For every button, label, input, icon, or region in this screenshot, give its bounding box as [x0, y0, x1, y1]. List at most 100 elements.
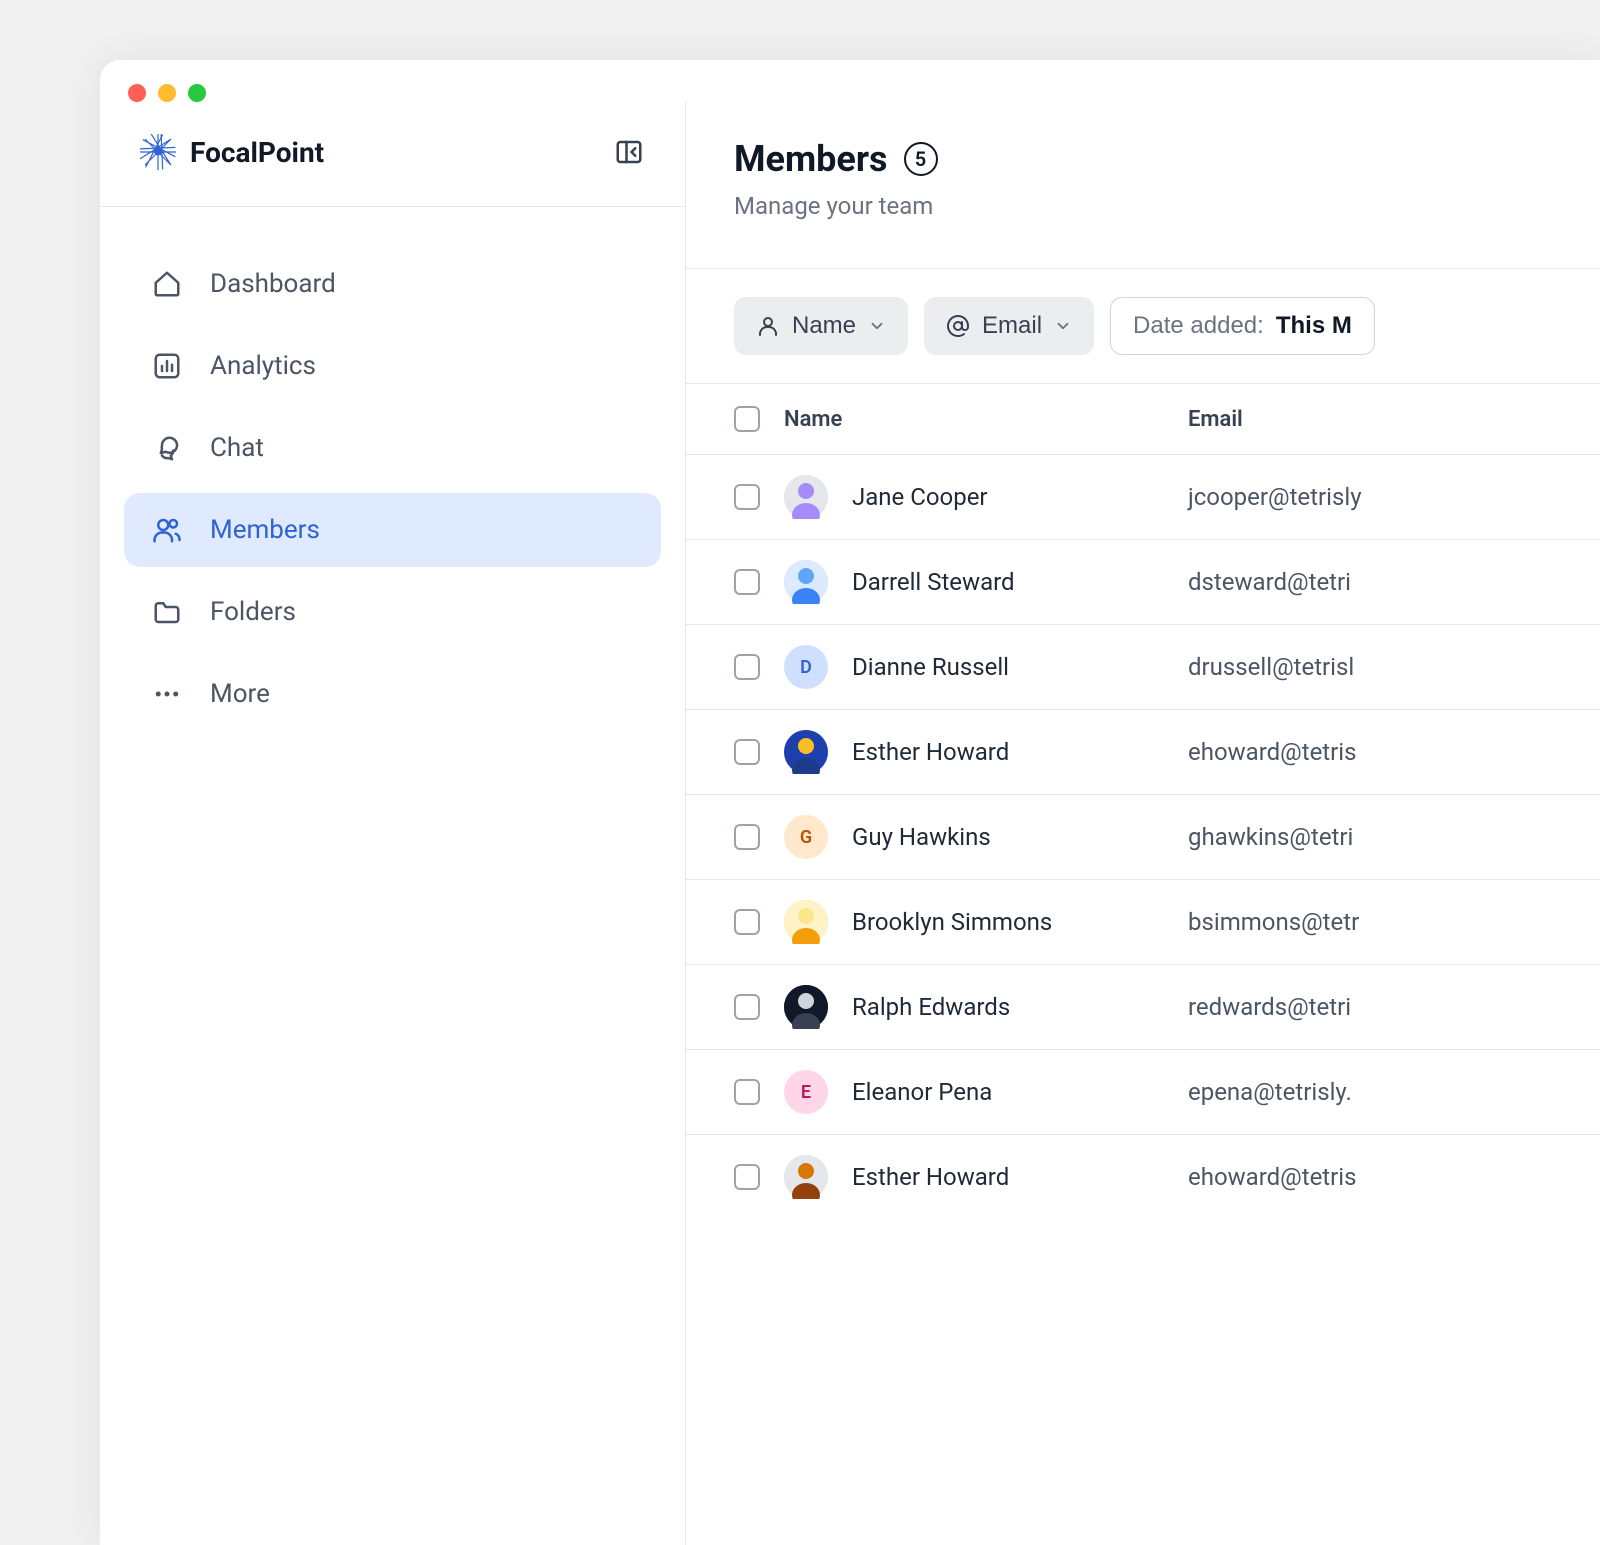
- member-email: dsteward@tetri: [1188, 568, 1552, 596]
- members-table: Name Email Jane Cooper jcooper@tetrisly Da…: [686, 383, 1600, 1219]
- collapse-icon: [614, 137, 644, 167]
- table-row[interactable]: Ralph Edwards redwards@tetri: [686, 964, 1600, 1049]
- page-header: Members 5 Manage your team: [734, 138, 1600, 220]
- member-name: Esther Howard: [852, 1163, 1009, 1191]
- avatar: [784, 560, 828, 604]
- table-row[interactable]: E Eleanor Pena epena@tetrisly.: [686, 1049, 1600, 1134]
- member-name-cell: D Dianne Russell: [784, 645, 1164, 689]
- sidebar-item-label: Members: [210, 515, 320, 545]
- sidebar-item-members[interactable]: Members: [124, 493, 661, 567]
- member-email: jcooper@tetrisly: [1188, 483, 1552, 511]
- avatar: G: [784, 815, 828, 859]
- member-name-cell: Esther Howard: [784, 1155, 1164, 1199]
- row-checkbox[interactable]: [734, 994, 760, 1020]
- row-checkbox[interactable]: [734, 739, 760, 765]
- members-icon: [152, 515, 182, 545]
- member-email: ehoward@tetris: [1188, 1163, 1552, 1191]
- member-name-cell: Jane Cooper: [784, 475, 1164, 519]
- row-checkbox[interactable]: [734, 1164, 760, 1190]
- table-row[interactable]: DDianne Russelldrussell@tetrisl: [686, 624, 1600, 709]
- member-name: Guy Hawkins: [852, 823, 991, 851]
- member-count-badge: 5: [904, 142, 938, 176]
- member-email: epena@tetrisly.: [1188, 1078, 1552, 1106]
- member-email: redwards@tetri: [1188, 993, 1552, 1021]
- avatar: [784, 730, 828, 774]
- traffic-lights: [100, 60, 1600, 102]
- member-name-cell: G Guy Hawkins: [784, 815, 1164, 859]
- table-header: Name Email: [686, 383, 1600, 454]
- select-all-checkbox[interactable]: [734, 406, 760, 432]
- sidebar-nav: Dashboard Analytics Chat: [100, 207, 685, 779]
- row-checkbox[interactable]: [734, 824, 760, 850]
- sidebar-item-label: Folders: [210, 597, 296, 627]
- sidebar-item-chat[interactable]: Chat: [124, 411, 661, 485]
- row-checkbox[interactable]: [734, 484, 760, 510]
- member-email: bsimmons@tetr: [1188, 908, 1552, 936]
- table-row[interactable]: Jane Cooper jcooper@tetrisly: [686, 454, 1600, 539]
- analytics-icon: [152, 351, 182, 381]
- sidebar-item-label: Dashboard: [210, 269, 336, 299]
- member-name: Dianne Russell: [852, 653, 1009, 681]
- avatar: [784, 475, 828, 519]
- table-row[interactable]: Esther Howard ehoward@tetris: [686, 1134, 1600, 1219]
- column-header-email[interactable]: Email: [1188, 407, 1552, 432]
- at-icon: [946, 314, 970, 338]
- member-name-cell: Brooklyn Simmons: [784, 900, 1164, 944]
- member-name: Darrell Steward: [852, 568, 1015, 596]
- filter-bar: Name Email Date added: This M: [686, 268, 1600, 383]
- filter-name-label: Name: [792, 312, 856, 340]
- home-icon: [152, 269, 182, 299]
- sidebar-item-dashboard[interactable]: Dashboard: [124, 247, 661, 321]
- member-name: Ralph Edwards: [852, 993, 1010, 1021]
- column-header-name[interactable]: Name: [784, 407, 1164, 432]
- brand: FocalPoint: [140, 134, 324, 170]
- member-email: ghawkins@tetri: [1188, 823, 1552, 851]
- avatar: [784, 1155, 828, 1199]
- brand-logo-icon: [140, 134, 176, 170]
- member-name: Esther Howard: [852, 738, 1009, 766]
- filter-date-value: This M: [1276, 312, 1352, 340]
- chat-icon: [152, 433, 182, 463]
- avatar: [784, 900, 828, 944]
- row-checkbox[interactable]: [734, 569, 760, 595]
- collapse-sidebar-button[interactable]: [613, 136, 645, 168]
- sidebar-item-label: Chat: [210, 433, 264, 463]
- sidebar: FocalPoint Dashboard: [100, 102, 686, 1545]
- row-checkbox[interactable]: [734, 909, 760, 935]
- chevron-down-icon: [868, 317, 886, 335]
- filter-name[interactable]: Name: [734, 297, 908, 355]
- member-name-cell: Esther Howard: [784, 730, 1164, 774]
- table-row[interactable]: Darrell Steward dsteward@tetri: [686, 539, 1600, 624]
- chevron-down-icon: [1054, 317, 1072, 335]
- sidebar-item-more[interactable]: More: [124, 657, 661, 731]
- page-title: Members: [734, 138, 888, 180]
- sidebar-item-folders[interactable]: Folders: [124, 575, 661, 649]
- filter-date-added[interactable]: Date added: This M: [1110, 297, 1375, 355]
- row-checkbox[interactable]: [734, 1079, 760, 1105]
- filter-email[interactable]: Email: [924, 297, 1094, 355]
- page-subtitle: Manage your team: [734, 192, 1552, 220]
- member-name: Eleanor Pena: [852, 1078, 992, 1106]
- more-icon: [152, 679, 182, 709]
- member-name-cell: Darrell Steward: [784, 560, 1164, 604]
- avatar: D: [784, 645, 828, 689]
- avatar: E: [784, 1070, 828, 1114]
- filter-date-label: Date added:: [1133, 312, 1264, 340]
- member-name-cell: Ralph Edwards: [784, 985, 1164, 1029]
- minimize-window-button[interactable]: [158, 84, 176, 102]
- row-checkbox[interactable]: [734, 654, 760, 680]
- table-row[interactable]: G Guy Hawkins ghawkins@tetri: [686, 794, 1600, 879]
- maximize-window-button[interactable]: [188, 84, 206, 102]
- avatar: [784, 985, 828, 1029]
- table-row[interactable]: Brooklyn Simmons bsimmons@tetr: [686, 879, 1600, 964]
- app-window: FocalPoint Dashboard: [100, 60, 1600, 1545]
- member-name: Jane Cooper: [852, 483, 988, 511]
- filter-email-label: Email: [982, 312, 1042, 340]
- sidebar-item-analytics[interactable]: Analytics: [124, 329, 661, 403]
- user-icon: [756, 314, 780, 338]
- close-window-button[interactable]: [128, 84, 146, 102]
- table-row[interactable]: Esther Howardehoward@tetris: [686, 709, 1600, 794]
- member-name-cell: E Eleanor Pena: [784, 1070, 1164, 1114]
- sidebar-item-label: Analytics: [210, 351, 316, 381]
- main-content: Members 5 Manage your team Name Email D: [686, 102, 1600, 1545]
